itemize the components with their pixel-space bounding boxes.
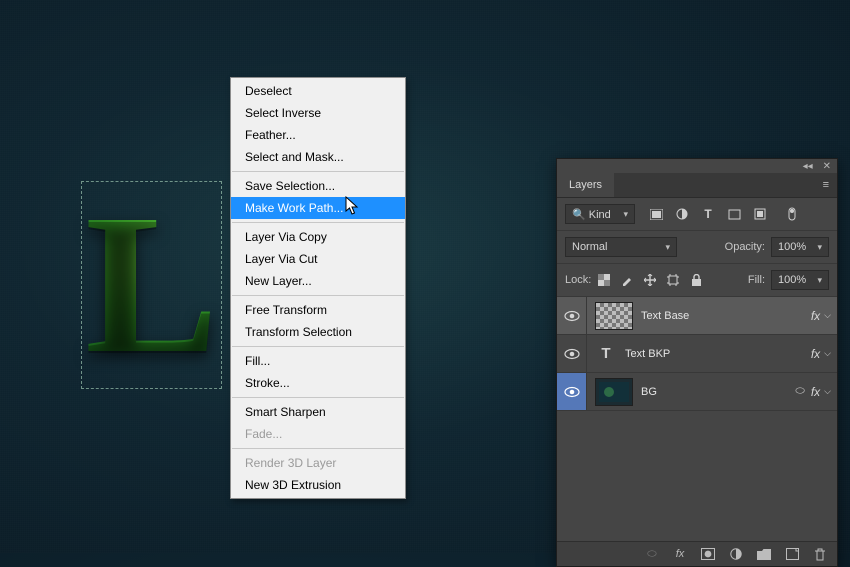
menu-item-fade: Fade... (231, 423, 405, 445)
fill-input[interactable]: 100%▾ (771, 270, 829, 290)
collapse-icon[interactable]: ◂◂ (803, 161, 813, 172)
lock-transparency-icon[interactable] (597, 273, 611, 287)
link-layers-icon[interactable]: ⬭ (645, 547, 659, 561)
adjustment-layer-icon[interactable] (729, 547, 743, 561)
menu-item-new-layer[interactable]: New Layer... (231, 270, 405, 292)
menu-item-select-inverse[interactable]: Select Inverse (231, 102, 405, 124)
lock-label: Lock: (565, 274, 591, 286)
layer-thumbnail[interactable] (595, 378, 633, 406)
layers-panel: ◂◂ ✕ Layers ≡ 🔍 Kind▾ T Normal▾ Opacity:… (556, 158, 838, 567)
layer-name[interactable]: Text BKP (625, 348, 811, 360)
visibility-toggle[interactable] (557, 373, 587, 410)
menu-separator (232, 171, 404, 172)
chevron-down-icon[interactable]: ⌵ (824, 386, 831, 397)
layer-name[interactable]: BG (641, 386, 795, 398)
filter-type-icon[interactable]: T (701, 207, 715, 221)
layer-row-text-base[interactable]: Text Base fx ⌵ (557, 297, 837, 335)
layer-thumbnail[interactable] (595, 302, 633, 330)
menu-item-layer-via-cut[interactable]: Layer Via Cut (231, 248, 405, 270)
layer-name[interactable]: Text Base (641, 310, 811, 322)
menu-item-make-work-path[interactable]: Make Work Path... (231, 197, 405, 219)
menu-separator (232, 295, 404, 296)
menu-item-smart-sharpen[interactable]: Smart Sharpen (231, 401, 405, 423)
layers-list: Text Base fx ⌵ T Text BKP fx ⌵ BG ⬭ fx ⌵ (557, 297, 837, 541)
menu-item-save-selection[interactable]: Save Selection... (231, 175, 405, 197)
opacity-label: Opacity: (725, 241, 765, 253)
menu-item-feather[interactable]: Feather... (231, 124, 405, 146)
menu-separator (232, 346, 404, 347)
blend-mode-dropdown[interactable]: Normal▾ (565, 237, 677, 257)
menu-item-select-and-mask[interactable]: Select and Mask... (231, 146, 405, 168)
opacity-input[interactable]: 100%▾ (771, 237, 829, 257)
panel-titlebar: ◂◂ ✕ (557, 159, 837, 173)
tab-layers[interactable]: Layers (557, 173, 614, 197)
fx-badge[interactable]: fx (811, 385, 820, 399)
filter-smart-icon[interactable] (753, 207, 767, 221)
blend-row: Normal▾ Opacity: 100%▾ (557, 231, 837, 264)
visibility-toggle[interactable] (557, 335, 587, 372)
menu-item-layer-via-copy[interactable]: Layer Via Copy (231, 226, 405, 248)
menu-item-transform-selection[interactable]: Transform Selection (231, 321, 405, 343)
lock-artboard-icon[interactable] (666, 273, 680, 287)
layer-style-icon[interactable]: fx (673, 547, 687, 561)
layer-filter-row: 🔍 Kind▾ T (557, 198, 837, 231)
filter-toggle-icon[interactable] (785, 207, 799, 221)
fx-badge[interactable]: fx (811, 309, 820, 323)
lock-pixels-icon[interactable] (620, 273, 634, 287)
link-icon[interactable]: ⬭ (795, 385, 804, 398)
layers-panel-footer: ⬭ fx (557, 541, 837, 566)
group-icon[interactable] (757, 547, 771, 561)
filter-adjustment-icon[interactable] (675, 207, 689, 221)
menu-separator (232, 448, 404, 449)
close-icon[interactable]: ✕ (823, 161, 831, 172)
lock-row: Lock: Fill: 100%▾ (557, 264, 837, 297)
layer-row-bg[interactable]: BG ⬭ fx ⌵ (557, 373, 837, 411)
lock-position-icon[interactable] (643, 273, 657, 287)
filter-kind-dropdown[interactable]: 🔍 Kind▾ (565, 204, 635, 224)
menu-item-fill[interactable]: Fill... (231, 350, 405, 372)
type-layer-icon[interactable]: T (595, 340, 617, 368)
fx-badge[interactable]: fx (811, 347, 820, 361)
delete-layer-icon[interactable] (813, 547, 827, 561)
menu-item-deselect[interactable]: Deselect (231, 80, 405, 102)
layer-mask-icon[interactable] (701, 547, 715, 561)
context-menu: Deselect Select Inverse Feather... Selec… (230, 77, 406, 499)
filter-pixel-icon[interactable] (649, 207, 663, 221)
new-layer-icon[interactable] (785, 547, 799, 561)
menu-item-stroke[interactable]: Stroke... (231, 372, 405, 394)
menu-item-render-3d-layer: Render 3D Layer (231, 452, 405, 474)
menu-separator (232, 222, 404, 223)
menu-item-free-transform[interactable]: Free Transform (231, 299, 405, 321)
visibility-toggle[interactable] (557, 297, 587, 334)
filter-shape-icon[interactable] (727, 207, 741, 221)
lock-all-icon[interactable] (689, 273, 703, 287)
chevron-down-icon[interactable]: ⌵ (824, 348, 831, 359)
fill-label: Fill: (748, 274, 765, 286)
chevron-down-icon[interactable]: ⌵ (824, 310, 831, 321)
menu-item-new-3d-extrusion[interactable]: New 3D Extrusion (231, 474, 405, 496)
panel-menu-icon[interactable]: ≡ (815, 173, 837, 197)
selection-marching-ants (81, 181, 222, 389)
layer-row-text-bkp[interactable]: T Text BKP fx ⌵ (557, 335, 837, 373)
menu-separator (232, 397, 404, 398)
